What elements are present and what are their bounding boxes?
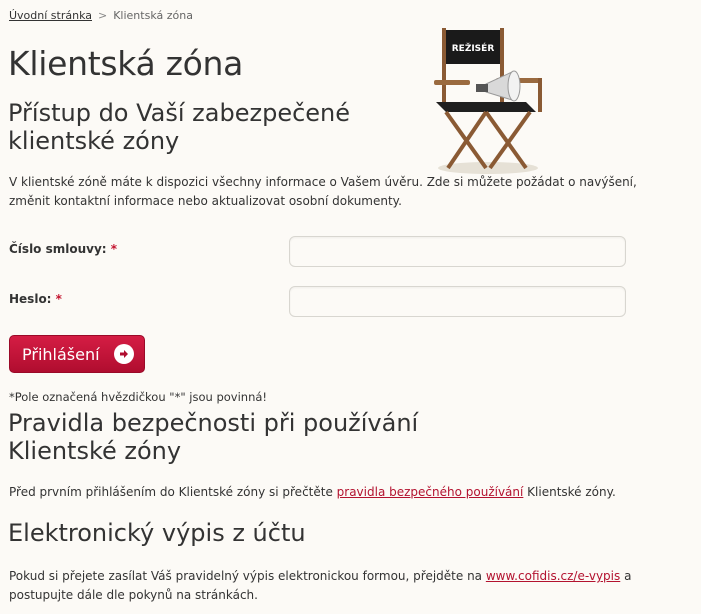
breadcrumb-separator: > [98, 9, 108, 22]
required-fields-note: *Pole označená hvězdičkou "*" jsou povin… [9, 390, 268, 404]
access-intro-text: V klientské zóně máte k dispozici všechn… [9, 175, 637, 208]
password-label: Heslo: * [9, 292, 62, 306]
contract-number-label: Číslo smlouvy: * [9, 242, 117, 256]
director-chair-icon: REŽISÉR [434, 28, 542, 174]
security-heading: Pravidla bezpečnosti při používání Klien… [8, 409, 419, 465]
arrow-right-icon [113, 344, 134, 364]
security-rules-link[interactable]: pravidla bezpečného používání [337, 485, 524, 499]
statement-text: Pokud si přejete zasílat Váš pravidelný … [9, 567, 649, 605]
login-button[interactable]: Přihlášení [9, 335, 145, 373]
security-text-after: Klientské zóny. [523, 485, 616, 499]
password-label-text: Heslo: [9, 292, 52, 306]
security-text: Před prvním přihlášením do Klientské zón… [9, 485, 616, 499]
page-title: Klientská zóna [8, 44, 244, 83]
password-input[interactable] [289, 286, 626, 317]
security-text-before: Před prvním přihlášením do Klientské zón… [9, 485, 337, 499]
required-star: * [110, 242, 118, 256]
statement-text-before: Pokud si přejete zasílat Váš pravidelný … [9, 569, 486, 583]
access-heading: Přístup do Vaší zabezpečené klientské zó… [8, 99, 351, 155]
contract-number-input[interactable] [289, 236, 626, 267]
breadcrumb-home-link[interactable]: Úvodní stránka [9, 9, 92, 22]
breadcrumb-current: Klientská zóna [113, 9, 193, 22]
e-statement-link[interactable]: www.cofidis.cz/e-vypis [486, 569, 620, 583]
chair-label: REŽISÉR [452, 42, 495, 54]
contract-number-label-text: Číslo smlouvy: [9, 242, 107, 256]
statement-heading: Elektronický výpis z účtu [8, 519, 306, 547]
login-button-label: Přihlášení [22, 344, 100, 364]
breadcrumb: Úvodní stránka > Klientská zóna [9, 9, 193, 22]
required-star: * [55, 292, 62, 306]
